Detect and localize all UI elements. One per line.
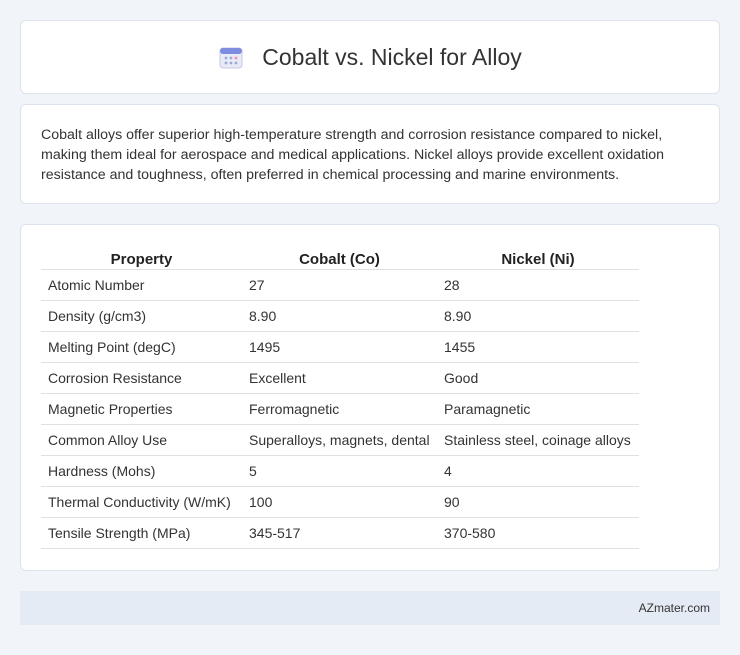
property-cell: Thermal Conductivity (W/mK) xyxy=(41,485,242,517)
cobalt-cell: 27 xyxy=(242,268,437,300)
cobalt-cell: 100 xyxy=(242,485,437,517)
intro-text: Cobalt alloys offer superior high-temper… xyxy=(41,127,665,183)
cobalt-cell: Superalloys, magnets, dental xyxy=(242,423,437,455)
cobalt-cell: Ferromagnetic xyxy=(242,392,437,424)
table-row: Atomic Number 27 28 xyxy=(41,268,639,300)
nickel-cell: 28 xyxy=(437,268,639,300)
property-cell: Atomic Number xyxy=(41,268,242,300)
table-header-row: Property Cobalt (Co) Nickel (Ni) xyxy=(41,245,639,269)
cobalt-cell: 8.90 xyxy=(242,299,437,331)
intro-card: Cobalt alloys offer superior high-temper… xyxy=(20,104,720,204)
table-row: Tensile Strength (MPa) 345-517 370-580 xyxy=(41,516,639,549)
table-row: Magnetic Properties Ferromagnetic Parama… xyxy=(41,392,639,424)
cobalt-cell: 5 xyxy=(242,454,437,486)
page-title: Cobalt vs. Nickel for Alloy xyxy=(262,43,522,70)
header-cobalt: Cobalt (Co) xyxy=(299,250,380,268)
table-row: Thermal Conductivity (W/mK) 100 90 xyxy=(41,485,639,517)
property-cell: Density (g/cm3) xyxy=(41,299,242,331)
table-row: Common Alloy Use Superalloys, magnets, d… xyxy=(41,423,639,455)
footer: AZmater.com xyxy=(20,591,720,625)
nickel-cell: Good xyxy=(437,361,639,393)
nickel-cell: 90 xyxy=(437,485,639,517)
header-property: Property xyxy=(110,250,173,268)
property-cell: Magnetic Properties xyxy=(41,392,242,424)
nickel-cell: Paramagnetic xyxy=(437,392,639,424)
comparison-card: Property Cobalt (Co) Nickel (Ni) Atomic … xyxy=(20,224,720,571)
property-cell: Melting Point (degC) xyxy=(41,330,242,362)
nickel-cell: Stainless steel, coinage alloys xyxy=(437,423,639,455)
cobalt-cell: Excellent xyxy=(242,361,437,393)
nickel-cell: 8.90 xyxy=(437,299,639,331)
table-row: Corrosion Resistance Excellent Good xyxy=(41,361,639,393)
property-cell: Common Alloy Use xyxy=(41,423,242,455)
comparison-table: Property Cobalt (Co) Nickel (Ni) Atomic … xyxy=(41,245,639,549)
header-nickel: Nickel (Ni) xyxy=(501,250,575,268)
table-row: Hardness (Mohs) 5 4 xyxy=(41,454,639,486)
table-row: Melting Point (degC) 1495 1455 xyxy=(41,330,639,362)
property-cell: Corrosion Resistance xyxy=(41,361,242,393)
nickel-cell: 4 xyxy=(437,454,639,486)
cobalt-cell: 1495 xyxy=(242,330,437,362)
property-cell: Hardness (Mohs) xyxy=(41,454,242,486)
nickel-cell: 1455 xyxy=(437,330,639,362)
title-card: Cobalt vs. Nickel for Alloy xyxy=(20,20,720,94)
nickel-cell: 370-580 xyxy=(437,516,639,549)
calendar-icon xyxy=(218,44,244,70)
table-row: Density (g/cm3) 8.90 8.90 xyxy=(41,299,639,331)
cobalt-cell: 345-517 xyxy=(242,516,437,549)
footer-brand: AZmater.com xyxy=(638,601,710,615)
property-cell: Tensile Strength (MPa) xyxy=(41,516,242,549)
